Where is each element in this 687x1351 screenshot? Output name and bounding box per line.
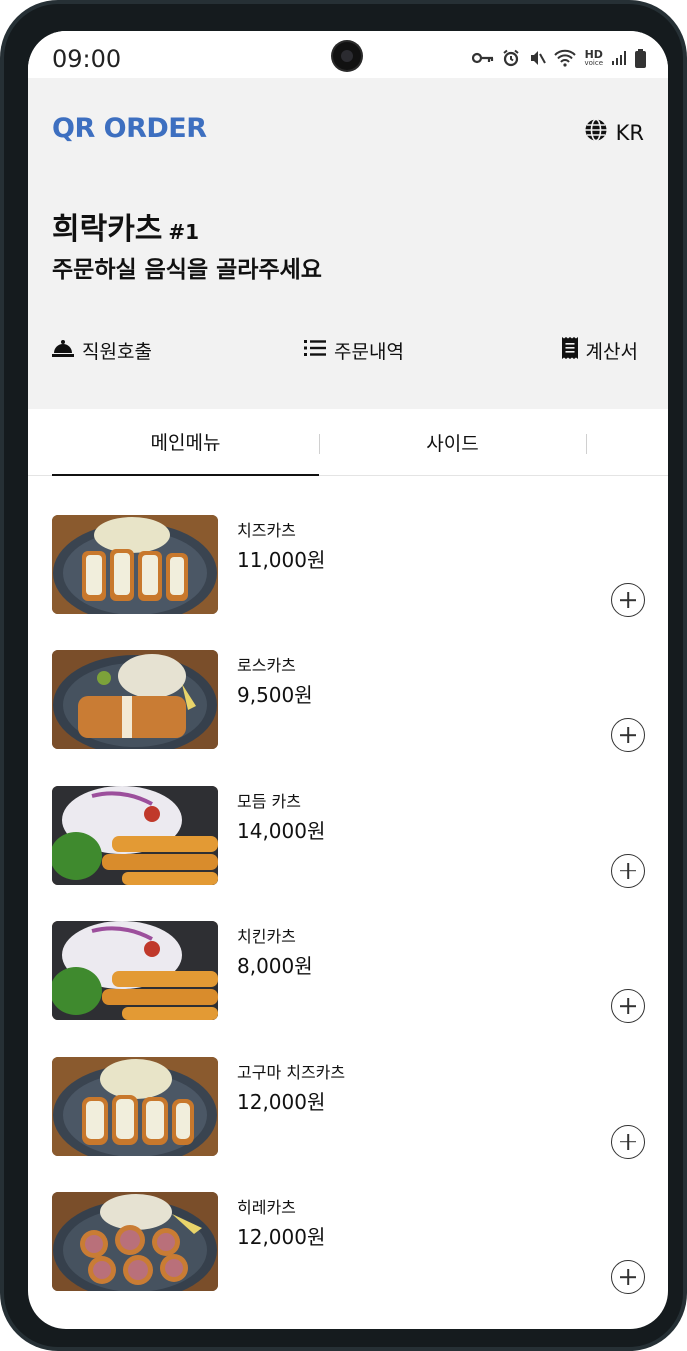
menu-item-image xyxy=(52,515,218,614)
app-logo: QR ORDER xyxy=(52,113,207,144)
menu-item[interactable]: 치킨카츠 8,000원 xyxy=(28,921,668,1056)
status-icons: HD voice xyxy=(472,47,646,69)
menu-item-price: 12,000원 xyxy=(237,1224,326,1249)
order-history-button[interactable]: 주문내역 xyxy=(304,337,404,364)
menu-item-name: 치즈카츠 xyxy=(237,521,296,540)
menu-list: 치즈카츠 11,000원 로스카츠 9,500원 모듬 카츠 14,000원 치… xyxy=(28,515,668,1327)
menu-item-image xyxy=(52,650,218,750)
bill-label: 계산서 xyxy=(585,341,638,363)
alarm-icon xyxy=(502,49,520,67)
bell-icon xyxy=(52,338,74,363)
menu-item-name: 히레카츠 xyxy=(237,1197,296,1217)
order-history-label: 주문내역 xyxy=(334,341,404,363)
add-to-cart-button[interactable] xyxy=(611,718,645,753)
menu-item-name: 치킨카츠 xyxy=(237,927,296,947)
menu-item-price: 9,500원 xyxy=(237,683,313,708)
language-label: KR xyxy=(615,120,644,145)
menu-item-image xyxy=(52,921,218,1021)
action-bar: 직원호출 주문내역 계산서 xyxy=(52,337,638,367)
menu-item-name: 고구마 치즈카츠 xyxy=(237,1062,346,1082)
front-camera xyxy=(333,42,361,70)
menu-item-price: 11,000원 xyxy=(237,548,326,572)
add-to-cart-button[interactable] xyxy=(611,583,645,617)
page-subtitle: 주문하실 음식을 골라주세요 xyxy=(52,257,322,283)
tab-divider xyxy=(586,434,587,454)
call-staff-label: 직원호출 xyxy=(82,341,152,363)
menu-item-name: 로스카츠 xyxy=(237,656,296,676)
menu-item[interactable]: 히레카츠 12,000원 xyxy=(28,1191,668,1327)
tab-side[interactable]: 사이드 xyxy=(319,409,586,476)
call-staff-button[interactable]: 직원호출 xyxy=(52,337,152,364)
bill-button[interactable]: 계산서 xyxy=(561,337,638,364)
phone-frame: 09:00 HD voice QR ORDER KR 희락카츠 #1 주문하실 … xyxy=(0,0,687,1351)
menu-item-image xyxy=(52,785,218,885)
menu-item-image xyxy=(52,1191,218,1291)
menu-item[interactable]: 치즈카츠 11,000원 xyxy=(28,515,668,650)
vpn-key-icon xyxy=(472,51,494,65)
status-time: 09:00 xyxy=(52,45,122,73)
add-to-cart-button[interactable] xyxy=(611,1259,645,1294)
tab-main-menu[interactable]: 메인메뉴 xyxy=(52,409,319,476)
table-number: #1 xyxy=(168,220,200,244)
add-to-cart-button[interactable] xyxy=(611,853,645,888)
screen: 09:00 HD voice QR ORDER KR 희락카츠 #1 주문하실 … xyxy=(28,31,668,1329)
menu-item-name: 모듬 카츠 xyxy=(237,791,301,811)
language-selector[interactable]: KR xyxy=(584,118,644,147)
add-to-cart-button[interactable] xyxy=(611,989,645,1024)
menu-item-price: 8,000원 xyxy=(237,954,313,979)
hd-voice-icon: HD voice xyxy=(584,49,603,67)
globe-icon xyxy=(584,118,608,147)
menu-item[interactable]: 로스카츠 9,500원 xyxy=(28,650,668,785)
menu-item[interactable]: 모듬 카츠 14,000원 xyxy=(28,785,668,921)
voice-label: voice xyxy=(584,59,603,67)
phone-bezel: 09:00 HD voice QR ORDER KR 희락카츠 #1 주문하실 … xyxy=(4,4,683,1347)
wifi-icon xyxy=(554,49,577,67)
category-tabs: 메인메뉴 사이드 xyxy=(28,409,668,476)
add-to-cart-button[interactable] xyxy=(611,1124,645,1159)
restaurant-name: 희락카츠 #1 xyxy=(52,204,199,248)
receipt-icon xyxy=(561,337,578,364)
signal-icon xyxy=(611,50,627,66)
battery-icon xyxy=(635,48,646,68)
menu-item-price: 14,000원 xyxy=(237,818,326,843)
status-bar: 09:00 HD voice xyxy=(28,31,668,78)
list-icon xyxy=(304,339,326,362)
menu-item-image xyxy=(52,1056,218,1156)
menu-item-price: 12,000원 xyxy=(237,1089,326,1114)
restaurant-title: 희락카츠 xyxy=(52,212,163,247)
mute-icon xyxy=(528,49,547,67)
menu-item[interactable]: 고구마 치즈카츠 12,000원 xyxy=(28,1056,668,1192)
restaurant-header: QR ORDER KR 희락카츠 #1 주문하실 음식을 골라주세요 직원호출 … xyxy=(28,78,668,409)
